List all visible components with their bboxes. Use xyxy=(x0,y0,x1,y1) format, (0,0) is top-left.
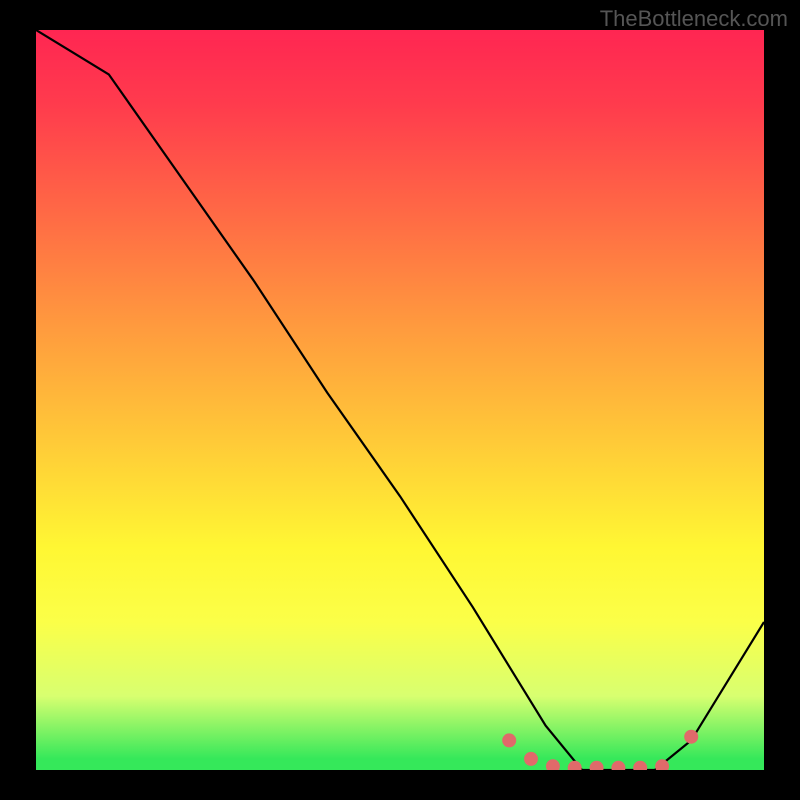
highlight-dot xyxy=(633,761,647,770)
watermark-text: TheBottleneck.com xyxy=(600,6,788,32)
plot-area xyxy=(36,30,764,770)
bottleneck-curve-line xyxy=(36,30,764,770)
highlight-dot xyxy=(684,730,698,744)
highlight-dot xyxy=(590,761,604,770)
highlight-dots-group xyxy=(502,730,698,770)
highlight-dot xyxy=(568,761,582,770)
highlight-dot xyxy=(611,761,625,770)
highlight-dot xyxy=(546,759,560,770)
curve-svg xyxy=(36,30,764,770)
chart-container: TheBottleneck.com xyxy=(0,0,800,800)
highlight-dot xyxy=(502,733,516,747)
highlight-dot xyxy=(524,752,538,766)
